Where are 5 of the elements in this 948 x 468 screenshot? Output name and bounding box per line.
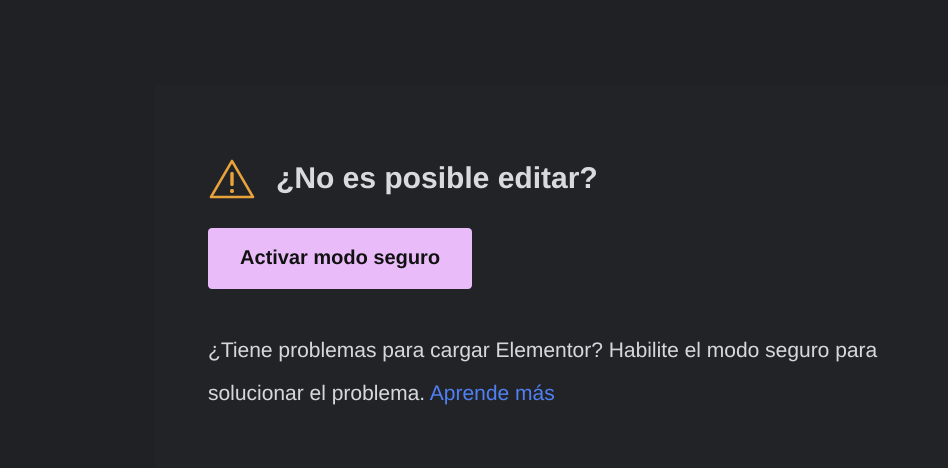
- warning-icon: [208, 158, 256, 200]
- learn-more-link[interactable]: Aprende más: [430, 382, 555, 405]
- notice-message: ¿Tiene problemas para cargar Elementor? Habilite el modo seguro para solucionar el problema. Aprende más: [208, 338, 878, 407]
- safe-mode-button[interactable]: Activar modo seguro: [208, 228, 472, 289]
- notice-title: ¿No es posible editar?: [276, 162, 598, 196]
